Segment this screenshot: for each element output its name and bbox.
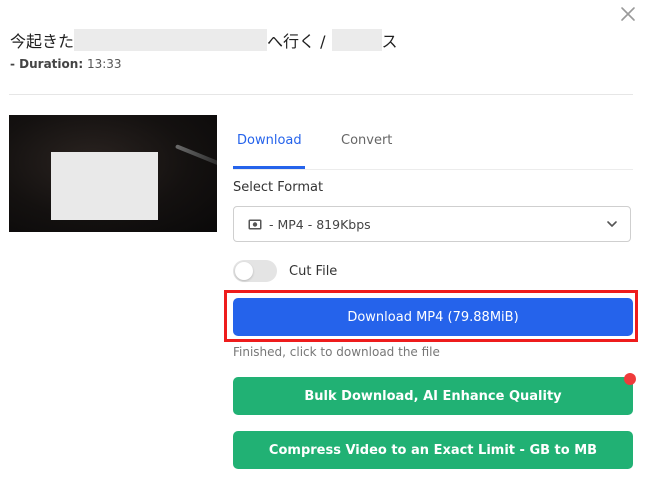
format-select[interactable]: - MP4 - 819Kbps (233, 206, 631, 242)
title-part-start: 今起きた (10, 32, 75, 51)
title-part-mid: へ行く / (267, 32, 326, 51)
bulk-download-button[interactable]: Bulk Download, AI Enhance Quality (233, 377, 633, 415)
redacted-block (331, 29, 382, 51)
video-thumbnail (9, 115, 217, 232)
redacted-block (51, 152, 158, 220)
format-selected-value: - MP4 - 819Kbps (269, 216, 371, 232)
tab-download[interactable]: Download (237, 133, 302, 148)
title-part-end: ス (381, 32, 398, 51)
notification-dot (624, 373, 636, 385)
video-icon (248, 219, 262, 230)
cut-file-toggle[interactable] (233, 260, 277, 282)
redacted-block (74, 29, 268, 51)
compress-video-button[interactable]: Compress Video to an Exact Limit - GB to… (233, 431, 633, 469)
cut-file-label: Cut File (289, 264, 338, 279)
close-icon (621, 7, 635, 21)
duration-label: - Duration: (10, 57, 84, 71)
tab-bar: Download Convert (233, 123, 633, 170)
toggle-knob (235, 262, 253, 280)
chevron-down-icon (606, 218, 618, 233)
video-title: 今起きた へ行く / ス (10, 28, 398, 52)
duration-row: - Duration: 13:33 (10, 57, 122, 71)
status-text: Finished, click to download the file (233, 345, 440, 359)
duration-value: 13:33 (86, 57, 122, 71)
active-tab-indicator (233, 166, 305, 169)
download-mp4-button[interactable]: Download MP4 (79.88MiB) (233, 298, 633, 336)
close-button[interactable] (616, 2, 640, 26)
thumbnail-detail (174, 144, 217, 166)
select-format-label: Select Format (233, 180, 324, 195)
tab-convert[interactable]: Convert (341, 133, 392, 148)
divider (9, 94, 633, 95)
